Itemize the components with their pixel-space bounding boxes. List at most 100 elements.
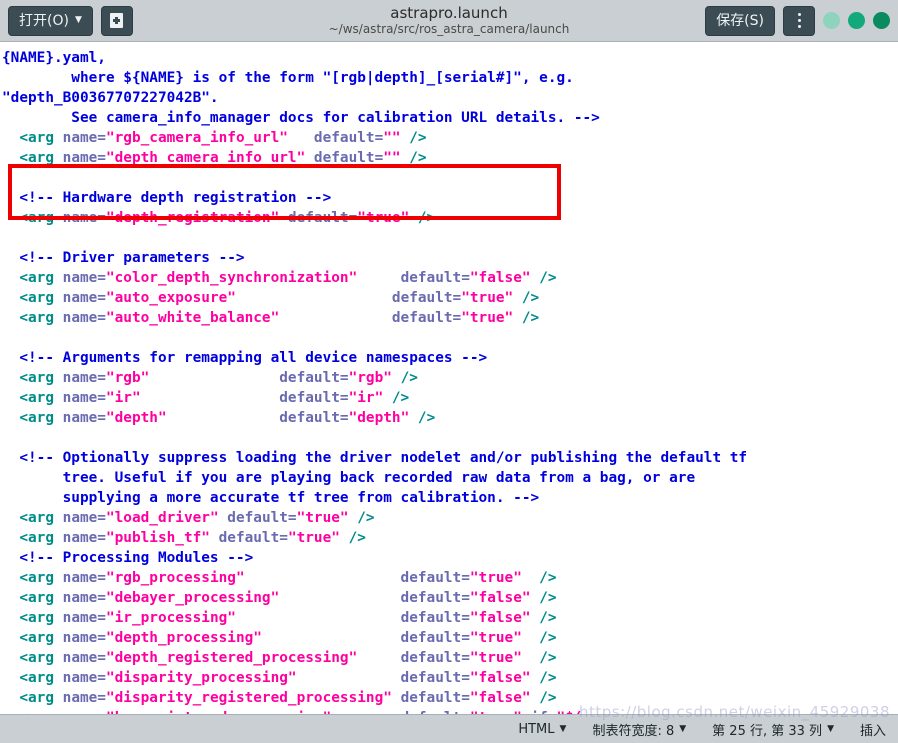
code-token: /> [521,650,557,666]
language-selector[interactable]: HTML ▼ [518,722,566,737]
code-token: "depth_processing" [105,630,262,646]
code-token: "true" [461,310,514,326]
maximize-window-button[interactable] [848,12,865,29]
code-token: /> [530,610,557,626]
code-token: <arg [2,630,63,646]
code-token: default= [287,130,384,146]
save-button-label: 保存(S) [716,12,764,29]
new-document-button[interactable] [100,5,133,36]
code-token: name= [62,690,106,706]
code-token: default= [166,410,349,426]
code-token: "false" [469,270,531,286]
tab-width-selector[interactable]: 制表符宽度: 8 ▼ [592,720,686,739]
code-token: name= [62,410,106,426]
cursor-position-selector[interactable]: 第 25 行, 第 33 列 ▼ [712,720,834,739]
code-line: <!-- Optionally suppress loading the dri… [2,450,747,466]
code-token: "true" [469,650,522,666]
code-token: name= [62,130,106,146]
code-token: <arg [2,290,63,306]
code-line: <arg name="depth_camera_info_url" defaul… [2,150,426,166]
open-button[interactable]: 打开(O) ▼ [8,5,93,36]
overflow-menu-button[interactable] [783,5,815,36]
code-token: <arg [2,650,63,666]
code-line: <arg name="depth" default="depth" /> [2,410,435,426]
code-token: "publish_tf" [105,530,210,546]
code-token: /> [409,410,436,426]
titlebar-right-controls: 保存(S) [705,5,890,36]
code-token: "true" [469,570,522,586]
code-token: "true" [469,630,522,646]
file-path-subtitle: ~/ws/astra/src/ros_astra_camera/launch [328,22,570,37]
code-token: /> [383,390,410,406]
status-bar: HTML ▼ 制表符宽度: 8 ▼ 第 25 行, 第 33 列 ▼ 插入 [0,714,898,743]
close-window-button[interactable] [873,12,890,29]
code-token: "true" [357,210,410,226]
code-token: <arg [2,570,63,586]
code-line: <!-- Hardware depth registration --> [2,190,331,206]
code-token: tree. Useful if you are playing back rec… [2,470,696,486]
code-token: <arg [2,210,63,226]
code-token: name= [62,370,106,386]
code-line: <arg name="auto_white_balance" default="… [2,310,539,326]
code-token: default= [209,530,288,546]
window-titlebar: astrapro.launch ~/ws/astra/src/ros_astra… [0,0,898,42]
code-token: /> [521,630,557,646]
code-token: "false" [469,590,531,606]
code-line: See camera_info_manager docs for calibra… [2,110,600,126]
code-token: name= [62,670,106,686]
code-token: "false" [469,670,531,686]
code-line: <arg name="ir_processing" default="false… [2,610,557,626]
code-line: <!-- Arguments for remapping all device … [2,350,487,366]
code-token: "ir" [105,390,141,406]
minimize-window-button[interactable] [823,12,840,29]
code-token: "ir_processing" [105,610,236,626]
code-token: supplying a more accurate tf tree from c… [2,490,540,506]
code-line: <arg name="auto_exposure" default="true"… [2,290,539,306]
code-content[interactable]: {NAME}.yaml, where ${NAME} is of the for… [0,42,747,714]
code-token: "color_depth_synchronization" [105,270,358,286]
code-line: <!-- Driver parameters --> [2,250,244,266]
code-token: "" [383,150,401,166]
code-editor-area[interactable]: {NAME}.yaml, where ${NAME} is of the for… [0,42,898,714]
code-token: "load_driver" [105,510,219,526]
code-line: tree. Useful if you are playing back rec… [2,470,695,486]
code-token: name= [62,270,106,286]
code-line: <arg name="disparity_registered_processi… [2,690,557,706]
code-token: "ir" [348,390,384,406]
code-token: /> [530,690,557,706]
code-line: "depth_B00367707227042B". [2,90,219,106]
save-button[interactable]: 保存(S) [705,5,775,36]
code-token: default= [149,370,349,386]
code-token: "disparity_processing" [105,670,297,686]
code-line: <!-- Processing Modules --> [2,550,253,566]
code-token: /> [530,590,557,606]
code-line: <arg name="disparity_processing" default… [2,670,556,686]
new-document-icon [110,13,124,28]
code-token: default= [357,270,470,286]
code-token: /> [521,570,557,586]
overflow-menu-icon [797,13,801,28]
code-token: "depth" [105,410,167,426]
code-token: "true" [287,530,340,546]
code-token: <arg [2,390,63,406]
code-token: <arg [2,690,63,706]
code-token: default= [391,690,470,706]
code-token: <arg [2,130,63,146]
code-token: name= [62,310,106,326]
chevron-down-icon: ▼ [559,724,567,734]
code-token: /> [339,530,366,546]
code-token: <arg [2,310,63,326]
code-token: "false" [469,610,531,626]
code-line: <arg name="depth_registered_processing" … [2,650,557,666]
code-token: <arg [2,410,63,426]
code-token: <arg [2,610,63,626]
code-token: See camera_info_manager docs for calibra… [2,110,600,126]
code-token: <!-- Optionally suppress loading the dri… [2,450,748,466]
page-title: astrapro.launch [390,3,508,22]
code-token: "auto_white_balance" [105,310,280,326]
code-token: "rgb" [105,370,150,386]
code-token: name= [62,150,106,166]
code-token: /> [400,130,427,146]
